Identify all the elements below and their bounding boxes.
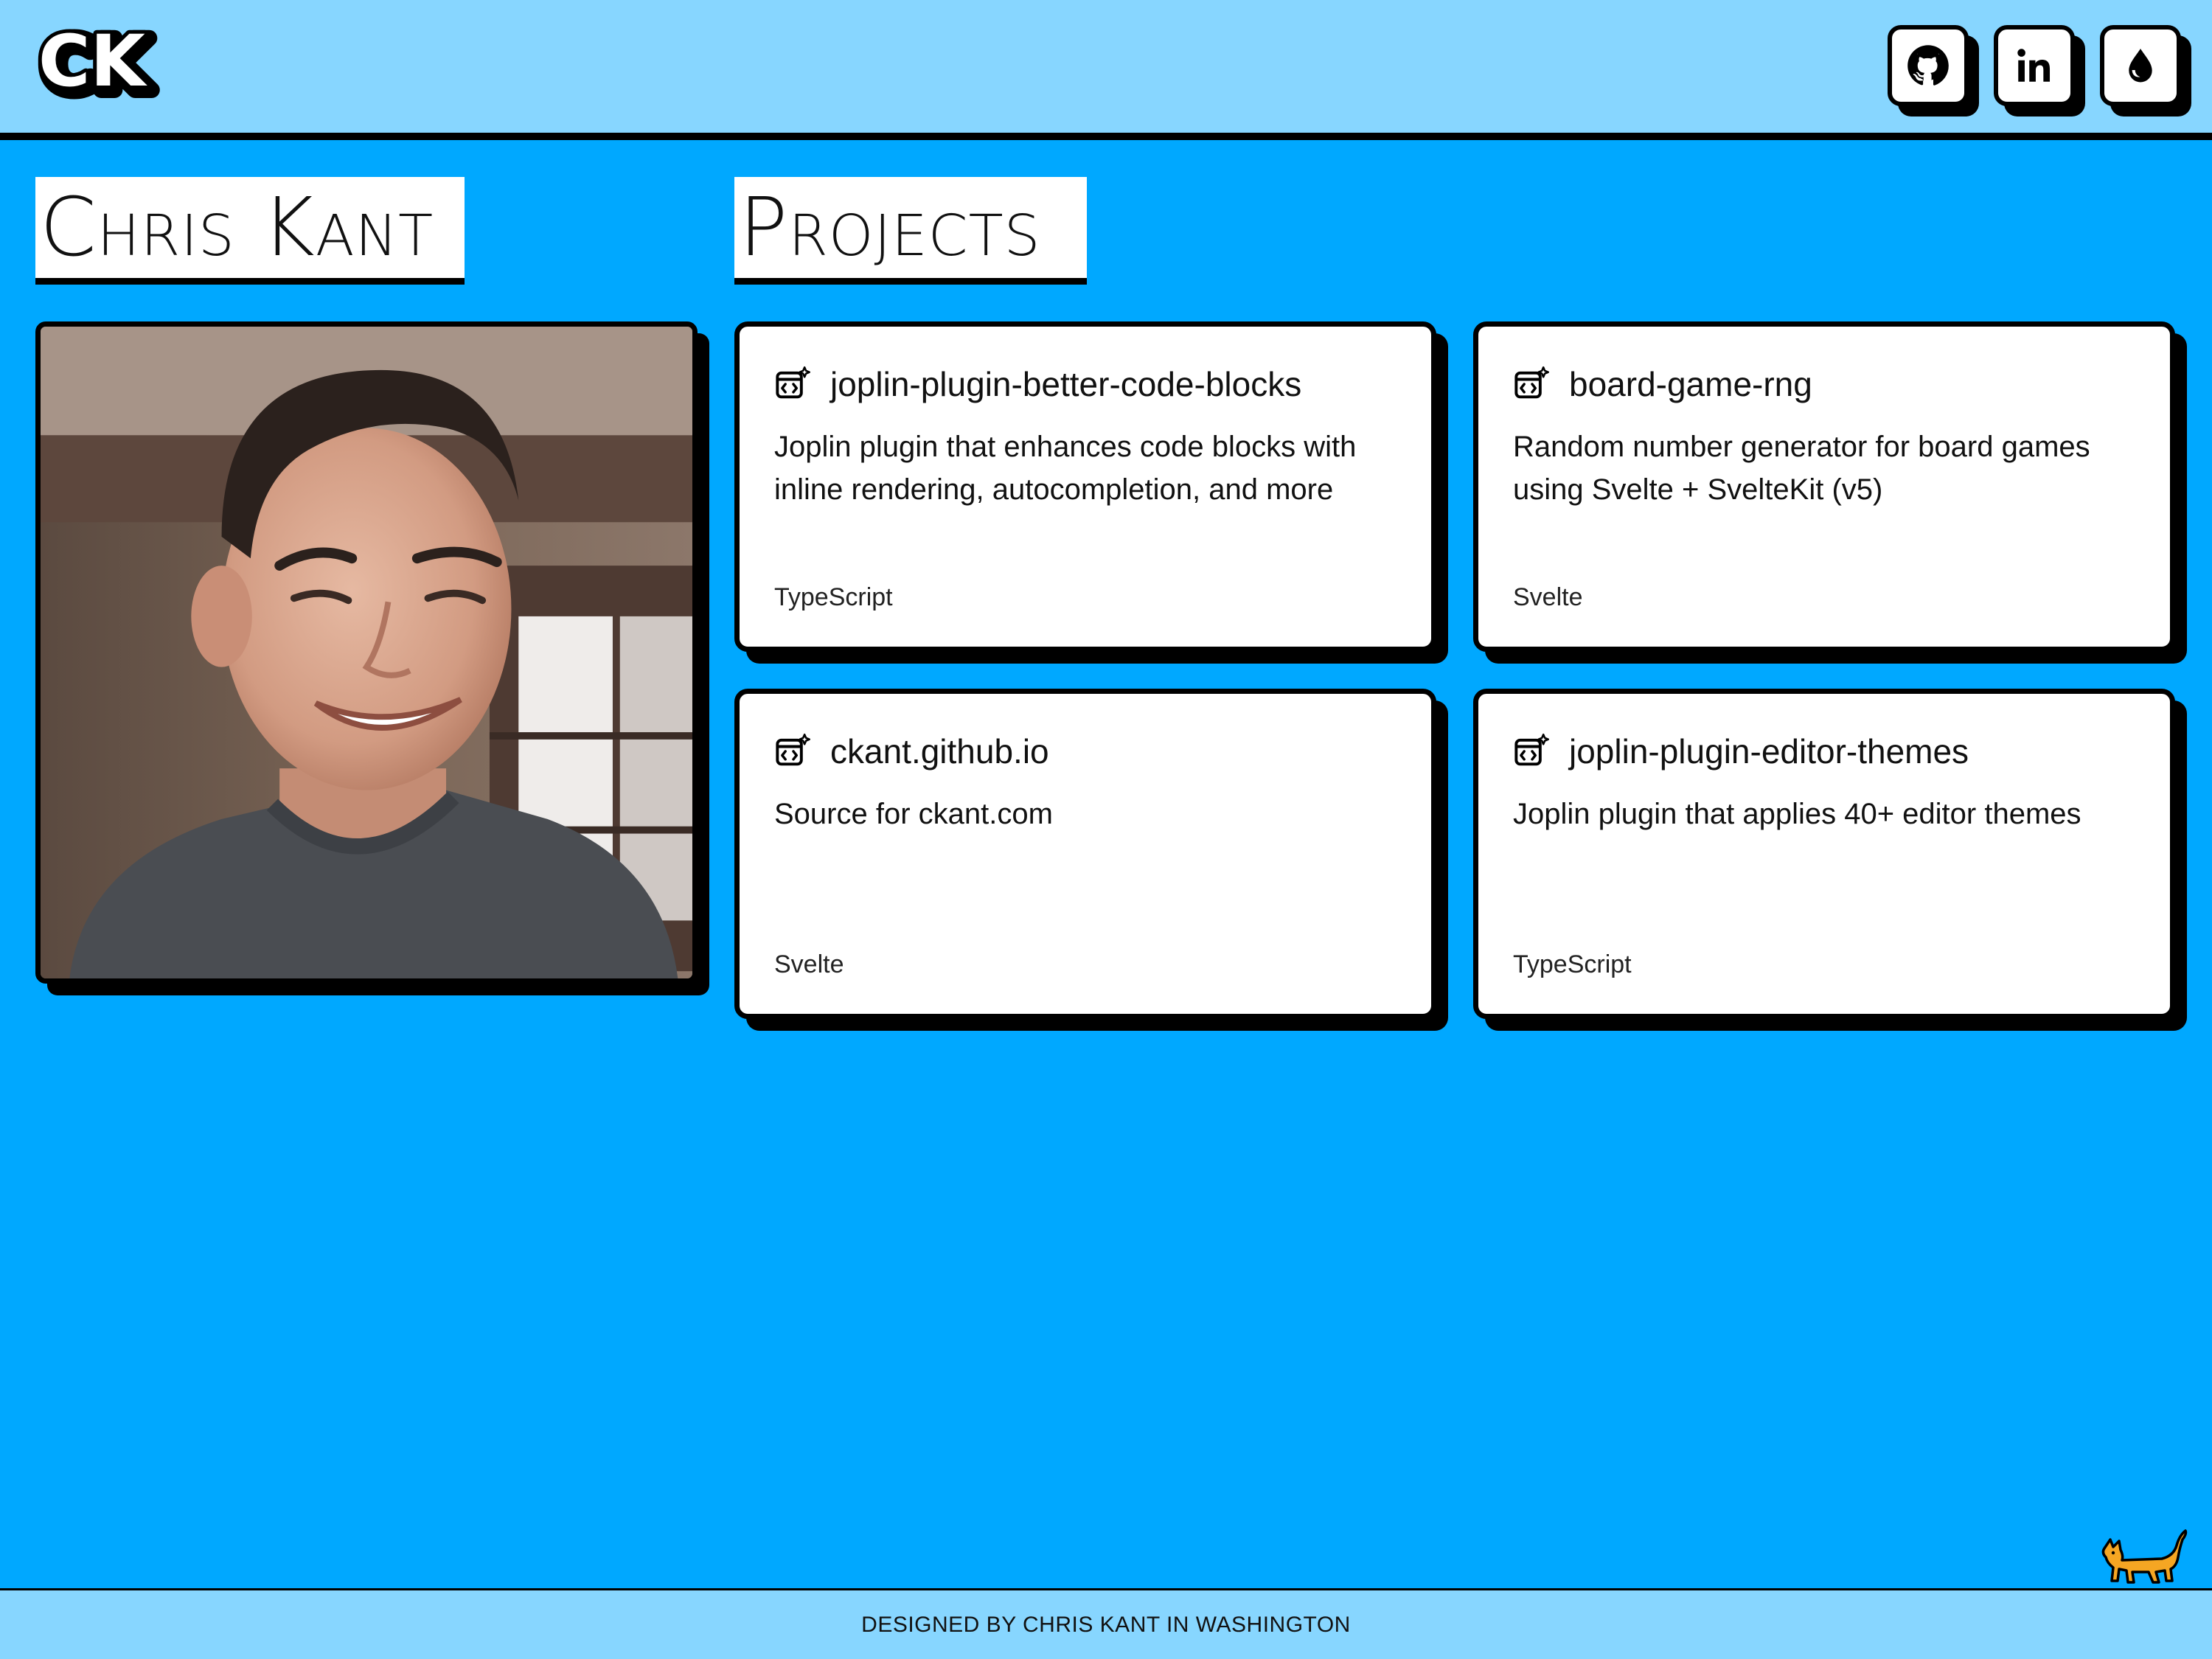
project-language: Svelte: [774, 950, 844, 978]
water-drop-icon: [2129, 49, 2152, 83]
project-card[interactable]: ckant.github.io Source for ckant.com Sve…: [734, 689, 1436, 1019]
project-description: Joplin plugin that applies 40+ editor th…: [1513, 798, 2081, 830]
project-description: Source for ckant.com: [774, 798, 1053, 830]
portrait-image: [41, 327, 692, 978]
code-window-sparkle-icon: [1514, 366, 1549, 399]
ck-logo-text: CK: [38, 22, 147, 102]
footer-credit: DESIGNED BY CHRIS KANT IN WASHINGTON: [861, 1612, 1351, 1637]
project-title[interactable]: joplin-plugin-better-code-blocks: [830, 364, 1301, 404]
profile-name-heading: Chris Kant: [35, 177, 465, 285]
project-description: Random number generator for board games …: [1513, 431, 2090, 506]
linkedin-icon: [2017, 49, 2051, 82]
project-card[interactable]: board-game-rng Random number generator f…: [1473, 321, 2175, 652]
project-description: Joplin plugin that enhances code blocks …: [774, 431, 1357, 506]
project-title[interactable]: ckant.github.io: [830, 731, 1049, 771]
linkedin-link[interactable]: [1994, 25, 2075, 106]
profile-photo: [35, 321, 698, 984]
ck-logo[interactable]: CK CK: [32, 16, 173, 115]
site-footer: DESIGNED BY CHRIS KANT IN WASHINGTON: [0, 1588, 2212, 1659]
code-window-sparkle-icon: [1514, 733, 1549, 766]
code-window-sparkle-icon: [776, 733, 810, 766]
cat-icon[interactable]: [2097, 1526, 2190, 1588]
projects-heading: Projects: [734, 177, 1087, 285]
project-card[interactable]: joplin-plugin-editor-themes Joplin plugi…: [1473, 689, 2175, 1019]
project-card[interactable]: joplin-plugin-better-code-blocks Joplin …: [734, 321, 1436, 652]
theme-toggle-button[interactable]: [2100, 25, 2181, 106]
project-title[interactable]: joplin-plugin-editor-themes: [1569, 731, 1969, 771]
github-icon: [1907, 45, 1949, 86]
site-header: CK CK: [0, 0, 2212, 140]
github-link[interactable]: [1888, 25, 1969, 106]
project-language: TypeScript: [1513, 950, 1632, 978]
code-window-sparkle-icon: [776, 366, 810, 399]
project-language: TypeScript: [774, 583, 893, 611]
project-language: Svelte: [1513, 583, 1583, 611]
project-title[interactable]: board-game-rng: [1569, 364, 1812, 404]
